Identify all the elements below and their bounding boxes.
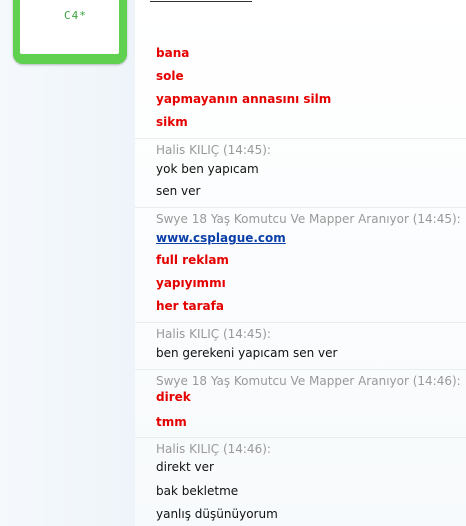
avatar-label: C4* bbox=[64, 9, 87, 22]
chat-message: yapıyımmı bbox=[156, 276, 226, 290]
chat-message: bak bekletme bbox=[156, 484, 239, 498]
chat-message: yok ben yapıcam bbox=[156, 162, 259, 176]
chat-message: bana bbox=[156, 46, 190, 60]
message-separator bbox=[135, 369, 466, 370]
message-separator bbox=[135, 322, 466, 323]
chat-message: ben gerekeni yapıcam sen ver bbox=[156, 346, 338, 360]
message-separator bbox=[135, 437, 466, 438]
message-separator bbox=[135, 138, 466, 139]
message-header: Halis KILIÇ (14:45): bbox=[156, 143, 271, 157]
chat-message: direk bbox=[156, 390, 191, 404]
chat-message: her tarafa bbox=[156, 299, 224, 313]
avatar-picture: C4* bbox=[20, 0, 119, 54]
chat-message: direkt ver bbox=[156, 460, 214, 474]
avatar[interactable]: C4* bbox=[13, 0, 127, 64]
chat-message: full reklam bbox=[156, 253, 229, 267]
cut-off-text-underline bbox=[150, 0, 252, 2]
chat-link[interactable]: www.csplague.com bbox=[156, 231, 286, 245]
message-separator bbox=[135, 207, 466, 208]
message-header: Swye 18 Yaş Komutcu Ve Mapper Aranıyor (… bbox=[156, 374, 461, 388]
message-header: Halis KILIÇ (14:45): bbox=[156, 327, 271, 341]
chat-message: sole bbox=[156, 69, 184, 83]
chat-message: yapmayanın annasını silm bbox=[156, 92, 332, 106]
chat-message: yanlış düşünüyorum bbox=[156, 507, 278, 521]
sidebar-panel: C4* bbox=[0, 0, 135, 526]
chat-window: C4* ◁ bana sole yapmayanın annasını silm… bbox=[0, 0, 466, 526]
message-header: Halis KILIÇ (14:46): bbox=[156, 442, 271, 456]
chat-message: sikm bbox=[156, 115, 188, 129]
conversation-history[interactable]: bana sole yapmayanın annasını silm sikm … bbox=[135, 0, 466, 526]
chat-message: tmm bbox=[156, 415, 187, 429]
message-header: Swye 18 Yaş Komutcu Ve Mapper Aranıyor (… bbox=[156, 212, 461, 226]
chat-message: sen ver bbox=[156, 184, 201, 198]
